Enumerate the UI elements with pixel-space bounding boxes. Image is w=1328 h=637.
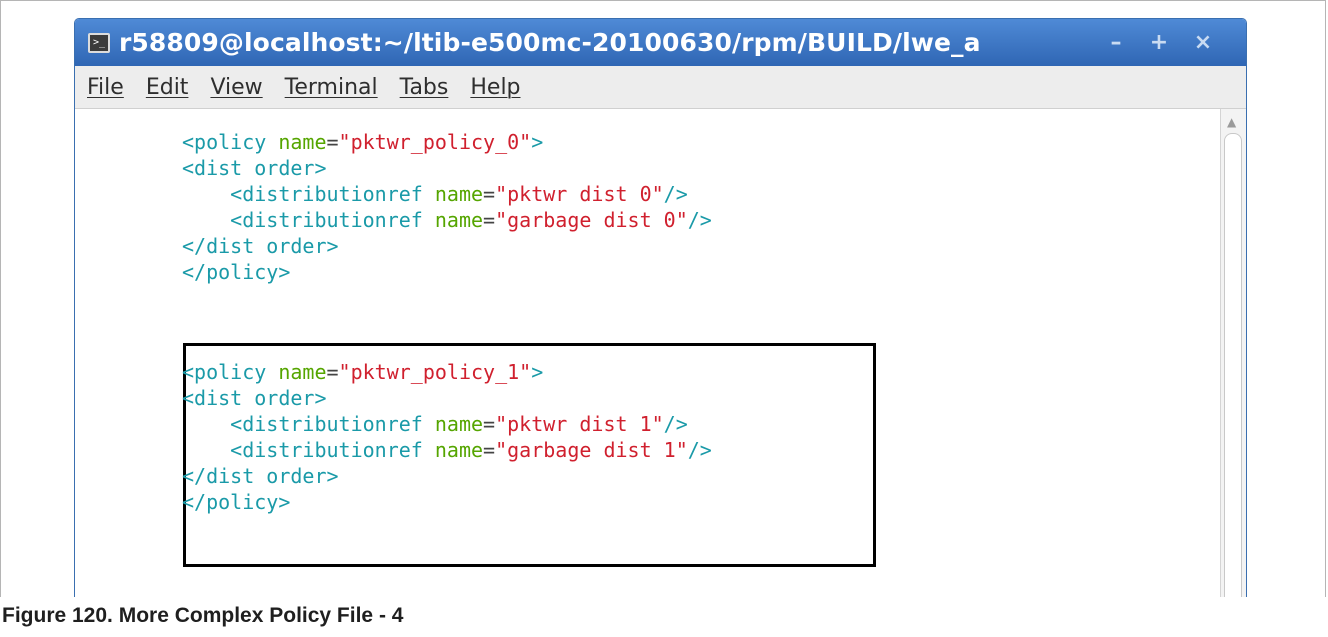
- code-token: </policy>: [182, 260, 291, 284]
- maximize-button[interactable]: +: [1141, 27, 1177, 58]
- code-token: "pktwr dist 1": [495, 412, 664, 436]
- window-title: r58809@localhost:~/ltib-e500mc-20100630/…: [119, 28, 981, 57]
- code-token: =: [483, 412, 496, 436]
- menu-file[interactable]: File: [87, 75, 124, 100]
- code-token: >: [531, 130, 544, 154]
- code-token: />: [663, 412, 688, 436]
- code-token: </dist order>: [182, 234, 339, 258]
- code-token: name: [434, 182, 484, 206]
- close-button[interactable]: ×: [1185, 27, 1221, 58]
- menu-view[interactable]: View: [210, 75, 262, 100]
- policy-block-1: <policy name="pktwr_policy_1"> <dist ord…: [182, 359, 712, 515]
- code-token: "garbage dist 0": [495, 208, 688, 232]
- code-token: "pktwr dist 0": [495, 182, 664, 206]
- code-token: name: [434, 208, 484, 232]
- menu-bar: File Edit View Terminal Tabs Help: [75, 66, 1246, 109]
- vertical-scrollbar[interactable]: ▲: [1220, 109, 1246, 597]
- figure-caption: Figure 120. More Complex Policy File - 4: [2, 604, 404, 627]
- code-token: =: [326, 130, 339, 154]
- scroll-up-icon[interactable]: ▲: [1227, 115, 1236, 129]
- minimize-button[interactable]: –: [1098, 27, 1134, 58]
- code-token: =: [326, 360, 339, 384]
- policy-block-0: <policy name="pktwr_policy_0"> <dist ord…: [182, 129, 712, 285]
- terminal-window: >_ r58809@localhost:~/ltib-e500mc-201006…: [74, 18, 1247, 597]
- code-token: =: [483, 438, 496, 462]
- scroll-thumb[interactable]: [1224, 133, 1242, 597]
- code-token: <distributionref: [230, 182, 435, 206]
- code-token: <distributionref: [230, 412, 435, 436]
- code-token: </policy>: [182, 490, 291, 514]
- menu-tabs[interactable]: Tabs: [400, 75, 449, 100]
- terminal-content[interactable]: <policy name="pktwr_policy_0"> <dist ord…: [75, 109, 1246, 597]
- code-token: />: [687, 438, 712, 462]
- title-bar[interactable]: >_ r58809@localhost:~/ltib-e500mc-201006…: [75, 19, 1246, 66]
- code-token: name: [434, 438, 484, 462]
- code-token: <dist order>: [182, 386, 327, 410]
- menu-terminal[interactable]: Terminal: [285, 75, 378, 100]
- code-token: </dist order>: [182, 464, 339, 488]
- code-token: name: [278, 360, 327, 384]
- code-token: name: [278, 130, 327, 154]
- code-token: "pktwr_policy_1": [338, 360, 532, 384]
- code-token: >: [531, 360, 544, 384]
- menu-edit[interactable]: Edit: [146, 75, 189, 100]
- code-token: <distributionref: [230, 208, 435, 232]
- code-token: =: [483, 182, 496, 206]
- code-token: <policy: [182, 360, 279, 384]
- code-token: <distributionref: [230, 438, 435, 462]
- code-token: <dist order>: [182, 156, 327, 180]
- code-token: name: [434, 412, 484, 436]
- terminal-icon: >_: [88, 32, 110, 53]
- code-token: />: [687, 208, 712, 232]
- code-token: />: [663, 182, 688, 206]
- menu-help[interactable]: Help: [470, 75, 520, 100]
- code-token: "pktwr_policy_0": [338, 130, 532, 154]
- code-token: <policy: [182, 130, 279, 154]
- code-token: "garbage dist 1": [495, 438, 688, 462]
- code-token: =: [483, 208, 496, 232]
